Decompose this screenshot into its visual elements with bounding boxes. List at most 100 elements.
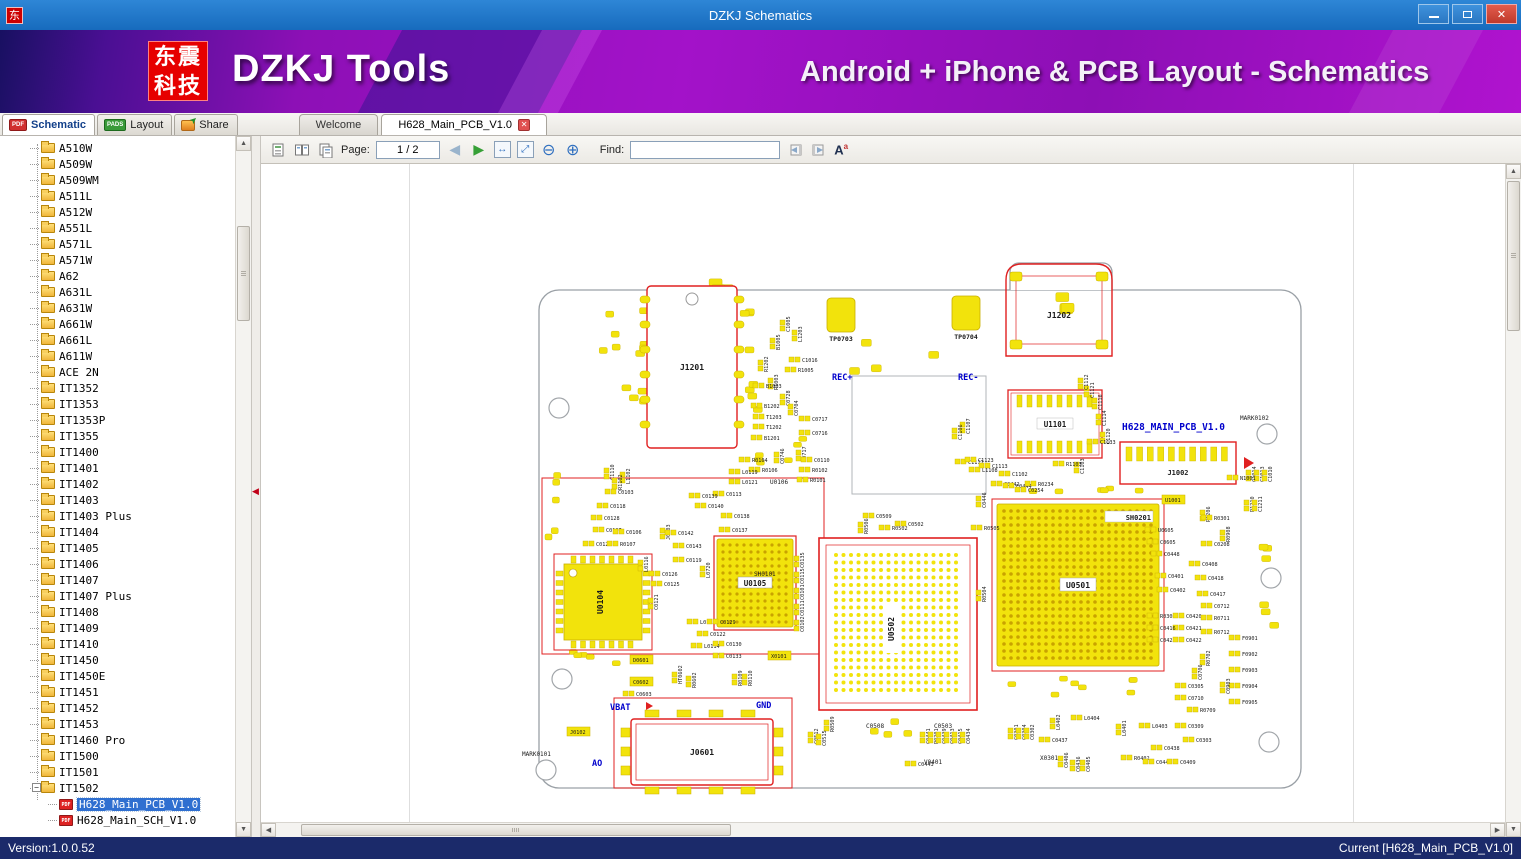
- sidebar-item-it1402[interactable]: IT1402: [0, 476, 235, 492]
- tab-share[interactable]: Share: [174, 114, 238, 135]
- collapse-node-icon[interactable]: −: [32, 783, 41, 792]
- close-button[interactable]: ✕: [1486, 4, 1517, 24]
- sidebar-item-it1400[interactable]: IT1400: [0, 444, 235, 460]
- sidebar-item-a631w[interactable]: A631W: [0, 300, 235, 316]
- sidebar-item-label: A551L: [59, 221, 93, 235]
- svg-text:U0502: U0502: [887, 617, 896, 641]
- tab-welcome[interactable]: Welcome: [298, 114, 379, 135]
- facing-pages-icon[interactable]: [293, 141, 311, 159]
- sidebar-item-it1406[interactable]: IT1406: [0, 556, 235, 572]
- scroll-up-icon[interactable]: ▲: [1506, 164, 1521, 179]
- sidebar-item-h628_main_pcb_v1.0[interactable]: PDF H628_Main_PCB_V1.0: [0, 796, 235, 812]
- scroll-up-icon[interactable]: ▲: [236, 136, 252, 151]
- sidebar-item-it1405[interactable]: IT1405: [0, 540, 235, 556]
- sidebar-item-a661w[interactable]: A661W: [0, 316, 235, 332]
- svg-text:C0603: C0603: [636, 692, 652, 698]
- svg-text:C0142: C0142: [678, 531, 694, 537]
- scroll-left-icon[interactable]: ◀: [261, 823, 276, 837]
- pads-icon: PADS: [104, 119, 127, 131]
- fit-page-icon[interactable]: ⤢: [516, 141, 534, 158]
- sidebar-item-it1407[interactable]: IT1407: [0, 572, 235, 588]
- sidebar-item-a509wm[interactable]: A509WM: [0, 172, 235, 188]
- sidebar-item-it1353p[interactable]: IT1353P: [0, 412, 235, 428]
- page-number-input[interactable]: [375, 140, 440, 159]
- folder-icon: [41, 605, 55, 617]
- sidebar-item-label: IT1450E: [59, 669, 106, 683]
- find-input[interactable]: [630, 140, 781, 159]
- sidebar-item-it1353[interactable]: IT1353: [0, 396, 235, 412]
- sidebar-item-it1408[interactable]: IT1408: [0, 604, 235, 620]
- sidebar-item-it1352[interactable]: IT1352: [0, 380, 235, 396]
- sidebar-item-label: IT1501: [59, 765, 99, 779]
- canvas-vscrollbar[interactable]: ▲ ▼: [1505, 164, 1521, 837]
- sidebar-item-it1404[interactable]: IT1404: [0, 524, 235, 540]
- sidebar-item-label: IT1401: [59, 461, 99, 475]
- minimize-button[interactable]: [1418, 4, 1449, 24]
- sidebar-item-it1451[interactable]: IT1451: [0, 684, 235, 700]
- scroll-down-icon[interactable]: ▼: [236, 822, 252, 837]
- sidebar-item-it1401[interactable]: IT1401: [0, 460, 235, 476]
- zoom-in-icon[interactable]: ⊕: [564, 141, 582, 159]
- zoom-out-icon[interactable]: ⊖: [540, 141, 558, 159]
- current-document-text: Current [H628_Main_PCB_V1.0]: [1338, 841, 1513, 855]
- sidebar-item-it1460-pro[interactable]: IT1460 Pro: [0, 732, 235, 748]
- maximize-button[interactable]: [1452, 4, 1483, 24]
- sidebar-item-a661l[interactable]: A661L: [0, 332, 235, 348]
- next-page-icon[interactable]: ▶: [470, 141, 488, 159]
- sidebar-item-it1452[interactable]: IT1452: [0, 700, 235, 716]
- sidebar-item-a571l[interactable]: A571L: [0, 236, 235, 252]
- sidebar-item-it1450e[interactable]: IT1450E: [0, 668, 235, 684]
- sidebar-item-it1410[interactable]: IT1410: [0, 636, 235, 652]
- collapse-arrow-icon[interactable]: ◀: [252, 486, 259, 496]
- sidebar-item-a512w[interactable]: A512W: [0, 204, 235, 220]
- match-case-icon[interactable]: Aa: [834, 142, 848, 157]
- sidebar-item-a571w[interactable]: A571W: [0, 252, 235, 268]
- sidebar-item-it1403[interactable]: IT1403: [0, 492, 235, 508]
- tab-schematic[interactable]: PDF Schematic: [2, 114, 96, 135]
- tab-close-icon[interactable]: ✕: [518, 119, 531, 131]
- scroll-thumb[interactable]: [237, 226, 251, 321]
- sidebar-item-it1500[interactable]: IT1500: [0, 748, 235, 764]
- fit-width-icon[interactable]: ↔: [493, 141, 511, 158]
- sidebar-item-h628_main_sch_v1.0[interactable]: PDF H628_Main_SCH_V1.0: [0, 812, 235, 828]
- scroll-thumb[interactable]: [1507, 181, 1520, 331]
- find-previous-icon[interactable]: [786, 141, 804, 159]
- scroll-right-icon[interactable]: ▶: [1490, 823, 1505, 837]
- sidebar-item-it1409[interactable]: IT1409: [0, 620, 235, 636]
- sidebar-item-it1501[interactable]: IT1501: [0, 764, 235, 780]
- sidebar-item-a631l[interactable]: A631L: [0, 284, 235, 300]
- svg-text:F0901: F0901: [1242, 636, 1258, 642]
- title-bar: 东 DZKJ Schematics ✕: [0, 0, 1521, 30]
- svg-text:C1005: C1005: [786, 316, 792, 332]
- sidebar-item-a62[interactable]: A62: [0, 268, 235, 284]
- svg-text:D0601: D0601: [633, 658, 649, 664]
- sidebar-item-it1355[interactable]: IT1355: [0, 428, 235, 444]
- sidebar-item-it1453[interactable]: IT1453: [0, 716, 235, 732]
- document-canvas[interactable]: J1201 J1202 TP0703 TP0704 U1101 J1002 U0105 U01…: [261, 164, 1521, 837]
- svg-text:C0302: C0302: [1030, 724, 1036, 740]
- find-next-icon[interactable]: [810, 141, 828, 159]
- tab-layout[interactable]: PADS Layout: [97, 114, 173, 135]
- canvas-hscrollbar[interactable]: ◀ ▶: [261, 822, 1505, 837]
- sidebar-item-a551l[interactable]: A551L: [0, 220, 235, 236]
- svg-text:MARK0102: MARK0102: [1240, 415, 1269, 422]
- sidebar-item-a511l[interactable]: A511L: [0, 188, 235, 204]
- sidebar-scrollbar[interactable]: ▲ ▼: [235, 136, 252, 837]
- scroll-thumb[interactable]: [301, 824, 731, 836]
- sidebar-item-it1502[interactable]: IT1502 −: [0, 780, 235, 796]
- sidebar-item-a509w[interactable]: A509W: [0, 156, 235, 172]
- tab-layout-label: Layout: [130, 119, 164, 131]
- sidebar-item-a611w[interactable]: A611W: [0, 348, 235, 364]
- multi-page-icon[interactable]: [317, 141, 335, 159]
- tab-h628-main-pcb[interactable]: H628_Main_PCB_V1.0 ✕: [381, 114, 548, 135]
- page-thumbnails-icon[interactable]: [269, 141, 287, 159]
- scroll-down-icon[interactable]: ▼: [1506, 822, 1521, 837]
- sidebar-splitter[interactable]: ◀: [252, 136, 261, 837]
- svg-text:U0106: U0106: [770, 479, 788, 486]
- sidebar-item-it1403-plus[interactable]: IT1403 Plus: [0, 508, 235, 524]
- sidebar-item-it1450[interactable]: IT1450: [0, 652, 235, 668]
- previous-page-icon[interactable]: ◀: [446, 141, 464, 159]
- sidebar-item-it1407-plus[interactable]: IT1407 Plus: [0, 588, 235, 604]
- sidebar-item-ace-2n[interactable]: ACE 2N: [0, 364, 235, 380]
- sidebar-item-a510w[interactable]: A510W: [0, 140, 235, 156]
